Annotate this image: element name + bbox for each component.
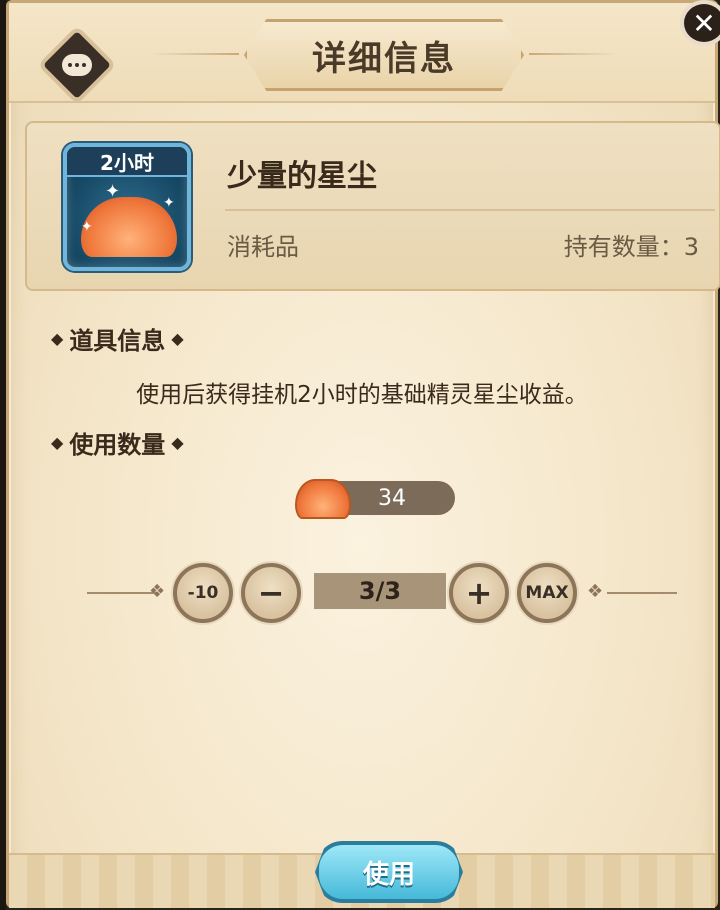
- use-button[interactable]: 使用: [315, 841, 463, 903]
- quantity-display: 3/3: [314, 573, 446, 609]
- section-item-info: ◆ 道具信息 ◆: [51, 321, 184, 356]
- item-divider: [225, 209, 715, 211]
- ornament-icon: ❖: [587, 581, 604, 602]
- stardust-item-icon[interactable]: 2小时 ✦ ✦ ✦: [63, 143, 191, 271]
- page-title: 详细信息: [312, 38, 456, 79]
- ornament-icon: ❖: [149, 581, 166, 602]
- title-ornament-left: [149, 53, 239, 55]
- item-name: 少量的星尘: [227, 159, 377, 194]
- item-card: 2小时 ✦ ✦ ✦ 少量的星尘 消耗品 持有数量：3: [25, 121, 720, 291]
- item-description: 使用后获得挂机2小时的基础精灵星尘收益。: [136, 382, 588, 408]
- sparkle-icon: ✦: [81, 219, 93, 235]
- diamond-ornament-icon: ◆: [51, 329, 64, 348]
- title-ornament-right: [529, 53, 619, 55]
- minus-button[interactable]: −: [241, 563, 301, 623]
- diamond-ornament-icon: ◆: [51, 433, 64, 452]
- detail-panel: 详细信息 2小时 ✦ ✦ ✦ 少量的星尘 消耗品 持有数量：3 ◆ 道具信息 ◆…: [6, 0, 720, 908]
- use-button-label: 使用: [362, 859, 415, 890]
- owned-count: 持有数量：3: [563, 233, 699, 261]
- stardust-icon: [295, 479, 351, 519]
- plus-button[interactable]: +: [449, 563, 509, 623]
- section-use-quantity-label: 使用数量: [69, 431, 166, 459]
- item-type: 消耗品: [227, 233, 299, 261]
- close-icon[interactable]: ✕: [680, 0, 720, 46]
- max-button[interactable]: MAX: [517, 563, 577, 623]
- minus-10-button[interactable]: -10: [173, 563, 233, 623]
- minus-icon: −: [257, 574, 285, 612]
- diamond-ornament-icon: ◆: [171, 329, 184, 348]
- section-item-info-label: 道具信息: [69, 327, 166, 355]
- stardust-stock-value: 34: [378, 485, 406, 511]
- max-label: MAX: [525, 583, 569, 603]
- duration-tag: 2小时: [67, 147, 187, 177]
- minus-10-label: -10: [187, 583, 219, 603]
- quantity-line-right: [607, 592, 677, 594]
- quantity-line-left: [87, 592, 157, 594]
- title-plate: 详细信息: [244, 19, 524, 91]
- sparkle-icon: ✦: [105, 181, 121, 202]
- sparkle-icon: ✦: [163, 195, 175, 211]
- section-use-quantity: ◆ 使用数量 ◆: [51, 425, 184, 460]
- diamond-ornament-icon: ◆: [171, 433, 184, 452]
- plus-icon: +: [465, 574, 493, 612]
